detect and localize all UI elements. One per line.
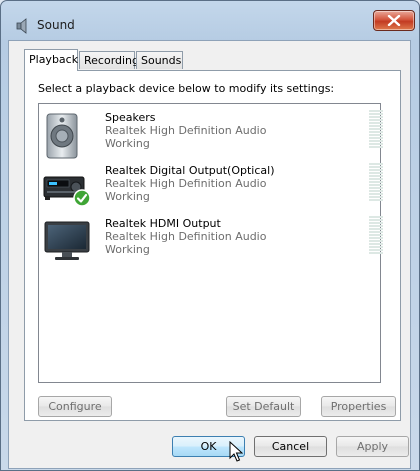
window-title: Sound <box>37 18 75 32</box>
volume-level-meter <box>369 110 383 150</box>
apply-button[interactable]: Apply <box>336 436 409 457</box>
device-description: Realtek High Definition Audio <box>105 124 267 137</box>
instruction-text: Select a playback device below to modify… <box>38 82 335 95</box>
tab-playback[interactable]: Playback <box>24 49 78 71</box>
device-status: Working <box>105 243 150 256</box>
default-device-check-icon <box>73 189 91 210</box>
mouse-pointer-icon <box>229 440 244 466</box>
device-item[interactable]: Speakers Realtek High Definition Audio W… <box>39 110 383 163</box>
set-default-button[interactable]: Set Default <box>226 396 301 417</box>
properties-button[interactable]: Properties <box>321 396 396 417</box>
cancel-button[interactable]: Cancel <box>254 436 327 457</box>
configure-button[interactable]: Configure <box>38 396 112 417</box>
hdmi-monitor-icon <box>43 218 93 268</box>
device-status: Working <box>105 190 150 203</box>
volume-level-meter <box>369 163 383 203</box>
playback-tab-panel: Select a playback device below to modify… <box>24 70 401 421</box>
close-button[interactable] <box>373 10 415 31</box>
title-bar[interactable]: Sound <box>1 1 419 41</box>
device-item[interactable]: Realtek HDMI Output Realtek High Definit… <box>39 216 383 269</box>
device-status: Working <box>105 137 150 150</box>
volume-level-meter <box>369 216 383 256</box>
device-description: Realtek High Definition Audio <box>105 177 267 190</box>
device-description: Realtek High Definition Audio <box>105 230 267 243</box>
close-icon <box>387 15 401 26</box>
device-name: Realtek HDMI Output <box>105 217 221 230</box>
speaker-icon <box>43 112 93 162</box>
playback-device-list[interactable]: Speakers Realtek High Definition Audio W… <box>38 103 383 383</box>
sound-speaker-icon <box>15 18 31 34</box>
device-name: Realtek Digital Output(Optical) <box>105 164 275 177</box>
device-name: Speakers <box>105 111 156 124</box>
tab-recording[interactable]: Recording <box>79 51 139 69</box>
tab-sounds[interactable]: Sounds <box>136 51 183 69</box>
device-item[interactable]: Realtek Digital Output(Optical) Realtek … <box>39 163 383 216</box>
